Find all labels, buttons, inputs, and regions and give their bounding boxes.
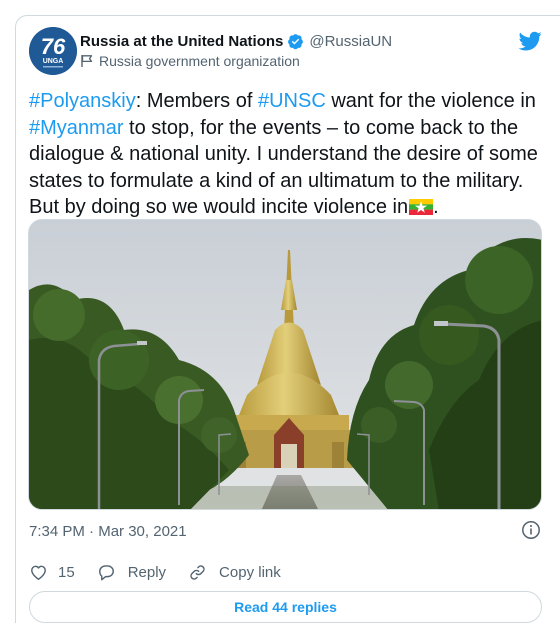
pagoda-photo-image: [29, 220, 541, 509]
tweet-photo[interactable]: [28, 219, 542, 510]
svg-text:UNGA: UNGA: [43, 58, 64, 65]
hashtag-polyanskiy[interactable]: #Polyanskiy: [29, 90, 136, 112]
tweet-text-segment: want for the violence in: [325, 90, 536, 112]
tweet-time[interactable]: 7:34 PM: [29, 523, 85, 540]
tweet-end-punct: .: [433, 196, 439, 218]
tweet-text-segment: : Members of: [135, 90, 258, 112]
tweet-date[interactable]: Mar 30, 2021: [98, 523, 186, 540]
meta-separator: ·: [84, 522, 99, 540]
unga-logo-icon: 76 UNGA: [29, 27, 77, 75]
hashtag-myanmar[interactable]: #Myanmar: [29, 117, 123, 139]
heart-icon: [31, 565, 46, 580]
twitter-bird-icon[interactable]: [518, 29, 542, 53]
reply-button[interactable]: Reply: [97, 563, 166, 582]
tweet-text: #Polyanskiy: Members of #UNSC want for t…: [29, 88, 549, 221]
svg-text:76: 76: [41, 34, 66, 59]
info-icon[interactable]: [521, 520, 541, 540]
like-button[interactable]: 15: [29, 563, 75, 582]
read-replies-button[interactable]: Read 44 replies: [29, 591, 542, 623]
government-label-row: Russia government organization: [80, 51, 300, 71]
verified-badge-icon: [287, 33, 304, 50]
reply-bubble-icon: [98, 564, 114, 580]
flag-outline-icon: [80, 54, 94, 68]
link-icon: [190, 564, 205, 580]
tweet-actions: 15 Reply Copy link: [29, 561, 303, 583]
tweet-timestamp[interactable]: 7:34 PM · Mar 30, 2021: [29, 521, 187, 541]
like-count: 15: [58, 563, 75, 581]
display-name[interactable]: Russia at the United Nations: [80, 33, 283, 50]
reply-label: Reply: [127, 563, 167, 581]
handle[interactable]: @RussiaUN: [309, 33, 392, 50]
hashtag-unsc[interactable]: #UNSC: [258, 90, 326, 112]
copy-link-label: Copy link: [219, 563, 281, 581]
government-label: Russia government organization: [99, 53, 300, 69]
avatar[interactable]: 76 UNGA: [29, 27, 77, 75]
author-name-row[interactable]: Russia at the United Nations @RussiaUN: [80, 31, 392, 51]
myanmar-flag-icon: [409, 199, 434, 215]
copy-link-button[interactable]: Copy link: [188, 563, 281, 582]
